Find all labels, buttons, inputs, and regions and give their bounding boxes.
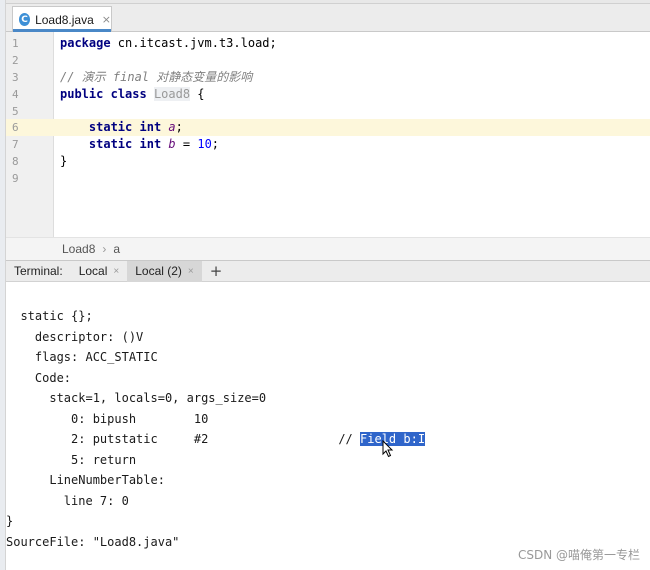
terminal-tab-label: Local (2) (135, 264, 182, 278)
chevron-right-icon: › (102, 242, 107, 256)
code-text: static int a; (88, 120, 183, 134)
line-number: 6 (12, 121, 19, 134)
terminal-line: LineNumberTable: (6, 473, 165, 487)
code-line[interactable]: 5 (6, 103, 650, 120)
terminal-line: SourceFile: "Load8.java" (6, 535, 180, 549)
line-number: 1 (12, 37, 19, 50)
line-number: 7 (12, 138, 19, 151)
close-icon[interactable]: × (188, 266, 194, 277)
code-line[interactable]: 3 // 演示 final 对静态变量的影响 (6, 69, 650, 86)
terminal-line: 2: putstatic #2 // Field b:I (6, 432, 426, 446)
watermark: CSDN @喵俺第一专栏 (517, 548, 640, 562)
current-code-line[interactable]: 6 static int a; (6, 119, 650, 136)
breadcrumb: Load8 › a (6, 237, 650, 260)
code-line[interactable]: 8 } (6, 153, 650, 170)
line-number: 2 (12, 54, 19, 67)
code-line[interactable]: 7 static int b = 10; (6, 136, 650, 153)
terminal-line: descriptor: ()V (6, 330, 144, 344)
terminal-line: static {}; (6, 309, 93, 323)
breadcrumb-class[interactable]: Load8 (62, 242, 95, 256)
code-text: public class Load8 { (60, 87, 205, 101)
code-line[interactable]: 4 public class Load8 { (6, 86, 650, 103)
close-icon[interactable]: × (102, 13, 111, 26)
code-text: package cn.itcast.jvm.t3.load; (60, 36, 277, 50)
new-terminal-plus-icon[interactable]: + (202, 262, 231, 280)
breadcrumb-member[interactable]: a (113, 242, 120, 256)
terminal-line: line 7: 0 (6, 494, 129, 508)
terminal-tab-label: Local (78, 264, 108, 278)
terminal-label: Terminal: (14, 264, 63, 278)
terminal-output[interactable]: static {}; descriptor: ()V flags: ACC_ST… (6, 282, 650, 570)
mouse-pointer-icon (382, 440, 394, 458)
line-number: 4 (12, 88, 19, 101)
code-editor[interactable]: 1 package cn.itcast.jvm.t3.load; 2 3 // … (6, 32, 650, 237)
terminal-line: flags: ACC_STATIC (6, 350, 158, 364)
line-number: 3 (12, 71, 19, 84)
terminal-line: stack=1, locals=0, args_size=0 (6, 391, 267, 405)
java-class-icon: C (19, 13, 31, 26)
editor-tab-load8[interactable]: C Load8.java × (12, 6, 112, 32)
editor-tab-label: Load8.java (35, 12, 94, 27)
terminal-line: } (6, 514, 14, 528)
line-number: 9 (12, 172, 19, 185)
editor-tab-bar: C Load8.java × (6, 4, 650, 32)
terminal-line: 5: return (6, 453, 137, 467)
terminal-tab-local[interactable]: Local × (71, 261, 128, 282)
close-icon[interactable]: × (113, 266, 119, 277)
terminal-tab-bar: Terminal: Local × Local (2) × + (6, 260, 650, 282)
code-line[interactable]: 9 (6, 170, 650, 187)
terminal-line: 0: bipush 10 (6, 412, 209, 426)
terminal-line: Code: (6, 371, 72, 385)
code-line[interactable]: 1 package cn.itcast.jvm.t3.load; (6, 35, 650, 52)
code-text: static int b = 10; (88, 137, 220, 151)
line-number: 5 (12, 105, 19, 118)
line-number: 8 (12, 155, 19, 168)
code-line[interactable]: 2 (6, 52, 650, 69)
terminal-tab-local-2[interactable]: Local (2) × (127, 260, 202, 282)
code-text: // 演示 final 对静态变量的影响 (60, 70, 253, 84)
code-text: } (60, 154, 68, 168)
